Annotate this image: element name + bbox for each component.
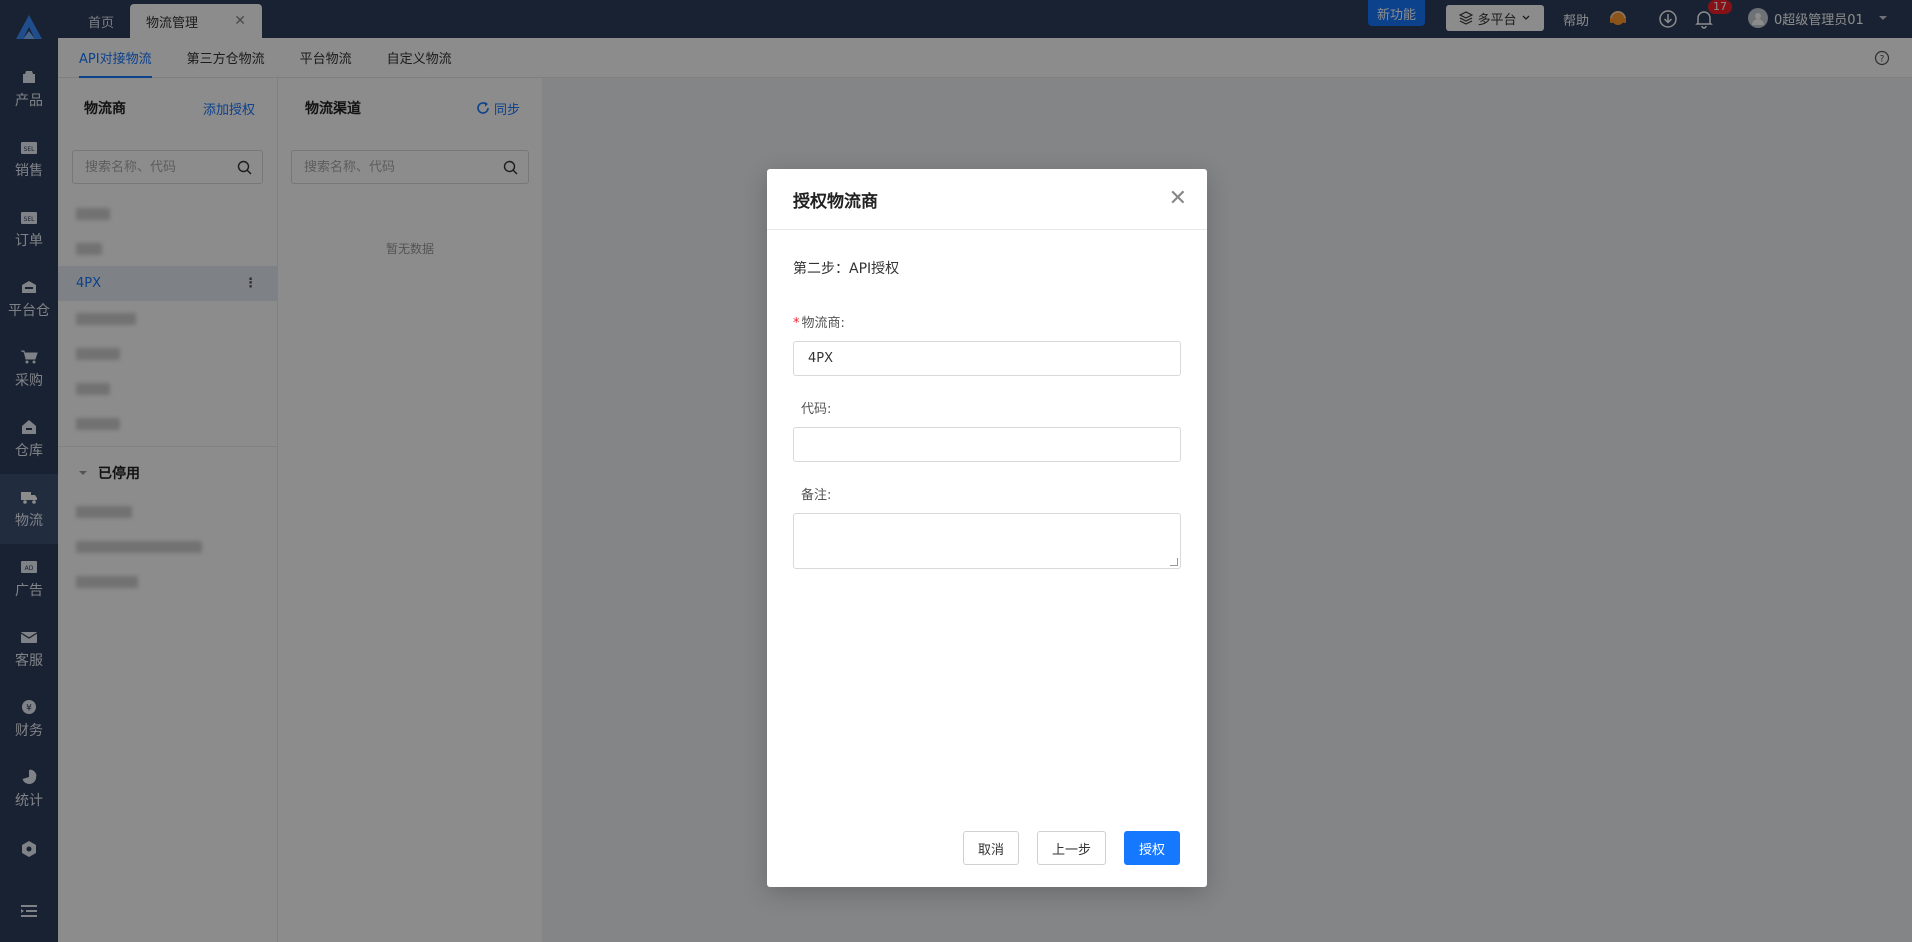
authorize-carrier-modal: 授权物流商 ✕ 第二步：API授权 * 物流商: 4PX 代码: 备注: 取消 上… [767, 169, 1207, 887]
carrier-input[interactable]: 4PX [793, 341, 1181, 376]
remark-textarea[interactable] [793, 513, 1181, 569]
carrier-field: * 物流商: 4PX [793, 312, 1181, 376]
previous-step-button[interactable]: 上一步 [1036, 831, 1106, 865]
modal-title: 授权物流商 [793, 191, 878, 212]
code-field: 代码: [793, 398, 1181, 462]
code-field-label: 代码: [801, 402, 832, 417]
modal-footer: 取消 上一步 授权 [962, 831, 1180, 865]
authorize-button[interactable]: 授权 [1123, 831, 1180, 865]
code-input[interactable] [793, 427, 1181, 462]
remark-field: 备注: [793, 484, 1181, 569]
cancel-button[interactable]: 取消 [962, 831, 1019, 865]
step-indicator: 第二步：API授权 [793, 261, 900, 277]
carrier-field-label: 物流商: [801, 316, 845, 331]
required-mark: * [793, 316, 800, 331]
remark-field-label: 备注: [801, 488, 832, 503]
close-icon[interactable]: ✕ [1169, 188, 1187, 210]
